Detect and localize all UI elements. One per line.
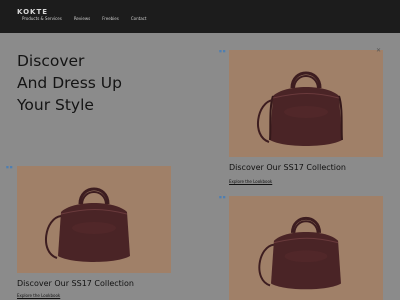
tile-label-top-right: ■ ■ (219, 49, 226, 53)
hero-headline: Discover And Dress Up Your Style (17, 50, 207, 116)
close-icon[interactable]: ✕ (376, 47, 381, 54)
product-image-top-right[interactable] (229, 50, 383, 157)
nav-freebies[interactable]: Freebies (102, 16, 119, 21)
hero-line-1: Discover (17, 52, 85, 70)
nav-reviews[interactable]: Reviews (74, 16, 90, 21)
site-logo[interactable]: KOKTE (17, 8, 48, 16)
handbag-illustration (258, 217, 341, 290)
handbag-illustration (256, 71, 343, 146)
main-nav: Products & Services Reviews Freebies Con… (22, 16, 146, 21)
card-title-top: Discover Our SS17 Collection (229, 163, 346, 172)
card-link-top[interactable]: Explore the Lookbook (229, 179, 272, 184)
handbag-illustration (44, 187, 130, 262)
site-header: KOKTE Products & Services Reviews Freebi… (0, 0, 400, 33)
nav-contact[interactable]: Contact (131, 16, 147, 21)
hero-line-2: And Dress Up (17, 74, 122, 92)
hero-line-3: Your Style (17, 96, 94, 114)
page-content: Discover And Dress Up Your Style ■ ■ ✕ D… (0, 33, 400, 300)
tile-label-left: ■ ■ (6, 165, 13, 169)
product-image-bottom-right[interactable] (229, 196, 383, 300)
nav-products-services[interactable]: Products & Services (22, 16, 62, 21)
card-title-bottom: Discover Our SS17 Collection (17, 279, 134, 288)
tile-label-bottom-right: ■ ■ (219, 195, 226, 199)
card-link-bottom[interactable]: Explore the Lookbook (17, 293, 60, 298)
product-image-left[interactable] (17, 166, 171, 273)
